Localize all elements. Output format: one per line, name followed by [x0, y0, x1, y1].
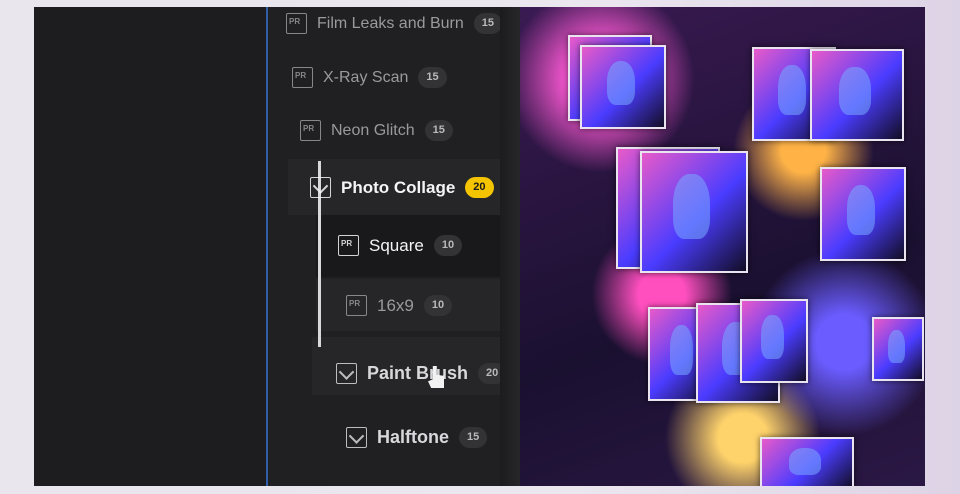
list-item-label: Neon Glitch — [331, 121, 415, 139]
thumbnail[interactable] — [872, 317, 924, 381]
count-badge: 15 — [424, 120, 453, 141]
list-item-16x9[interactable]: 16x9 10 — [346, 295, 453, 316]
thumbnail[interactable] — [640, 151, 748, 273]
thumbnail[interactable] — [810, 49, 904, 141]
premiere-preset-icon — [338, 235, 359, 256]
list-item-label: Film Leaks and Burn — [317, 14, 464, 32]
list-item-label: Paint Brush — [367, 363, 469, 383]
folder-halftone[interactable]: Halftone 15 — [346, 427, 488, 448]
list-item-label: Halftone — [377, 427, 449, 447]
list-item-label: X-Ray Scan — [323, 68, 409, 86]
folder-photo-collage[interactable]: Photo Collage 20 — [310, 177, 494, 198]
list-item[interactable]: Film Leaks and Burn 15 — [286, 13, 502, 34]
premiere-preset-icon — [300, 120, 321, 141]
premiere-preset-icon — [286, 13, 307, 34]
count-badge: 15 — [473, 13, 502, 34]
folder-expand-icon — [310, 177, 331, 198]
left-panel — [34, 7, 274, 486]
count-badge: 10 — [423, 295, 453, 316]
count-badge: 10 — [433, 235, 463, 256]
list-item-label: Square — [369, 235, 424, 255]
thumbnail[interactable] — [820, 167, 906, 261]
count-badge: 20 — [465, 177, 494, 198]
count-badge: 15 — [459, 427, 488, 448]
app-window: Film Leaks and Burn 15 X-Ray Scan 15 Neo… — [34, 7, 925, 486]
list-item-square[interactable]: Square 10 — [338, 235, 463, 256]
list-item[interactable]: Neon Glitch 15 — [300, 120, 453, 141]
premiere-preset-icon — [346, 295, 367, 316]
premiere-preset-icon — [292, 67, 313, 88]
folder-expand-icon — [346, 427, 367, 448]
list-item[interactable]: X-Ray Scan 15 — [292, 67, 447, 88]
list-item-label: Photo Collage — [341, 177, 456, 197]
list-item-label: 16x9 — [377, 295, 414, 315]
preview-grid — [520, 7, 925, 486]
thumbnail[interactable] — [580, 45, 666, 129]
thumbnail[interactable] — [740, 299, 808, 383]
thumbnail[interactable] — [760, 437, 854, 486]
folder-paint-brush[interactable]: Paint Brush 20 — [336, 363, 507, 384]
folder-expand-icon — [336, 363, 357, 384]
count-badge: 15 — [418, 67, 447, 88]
